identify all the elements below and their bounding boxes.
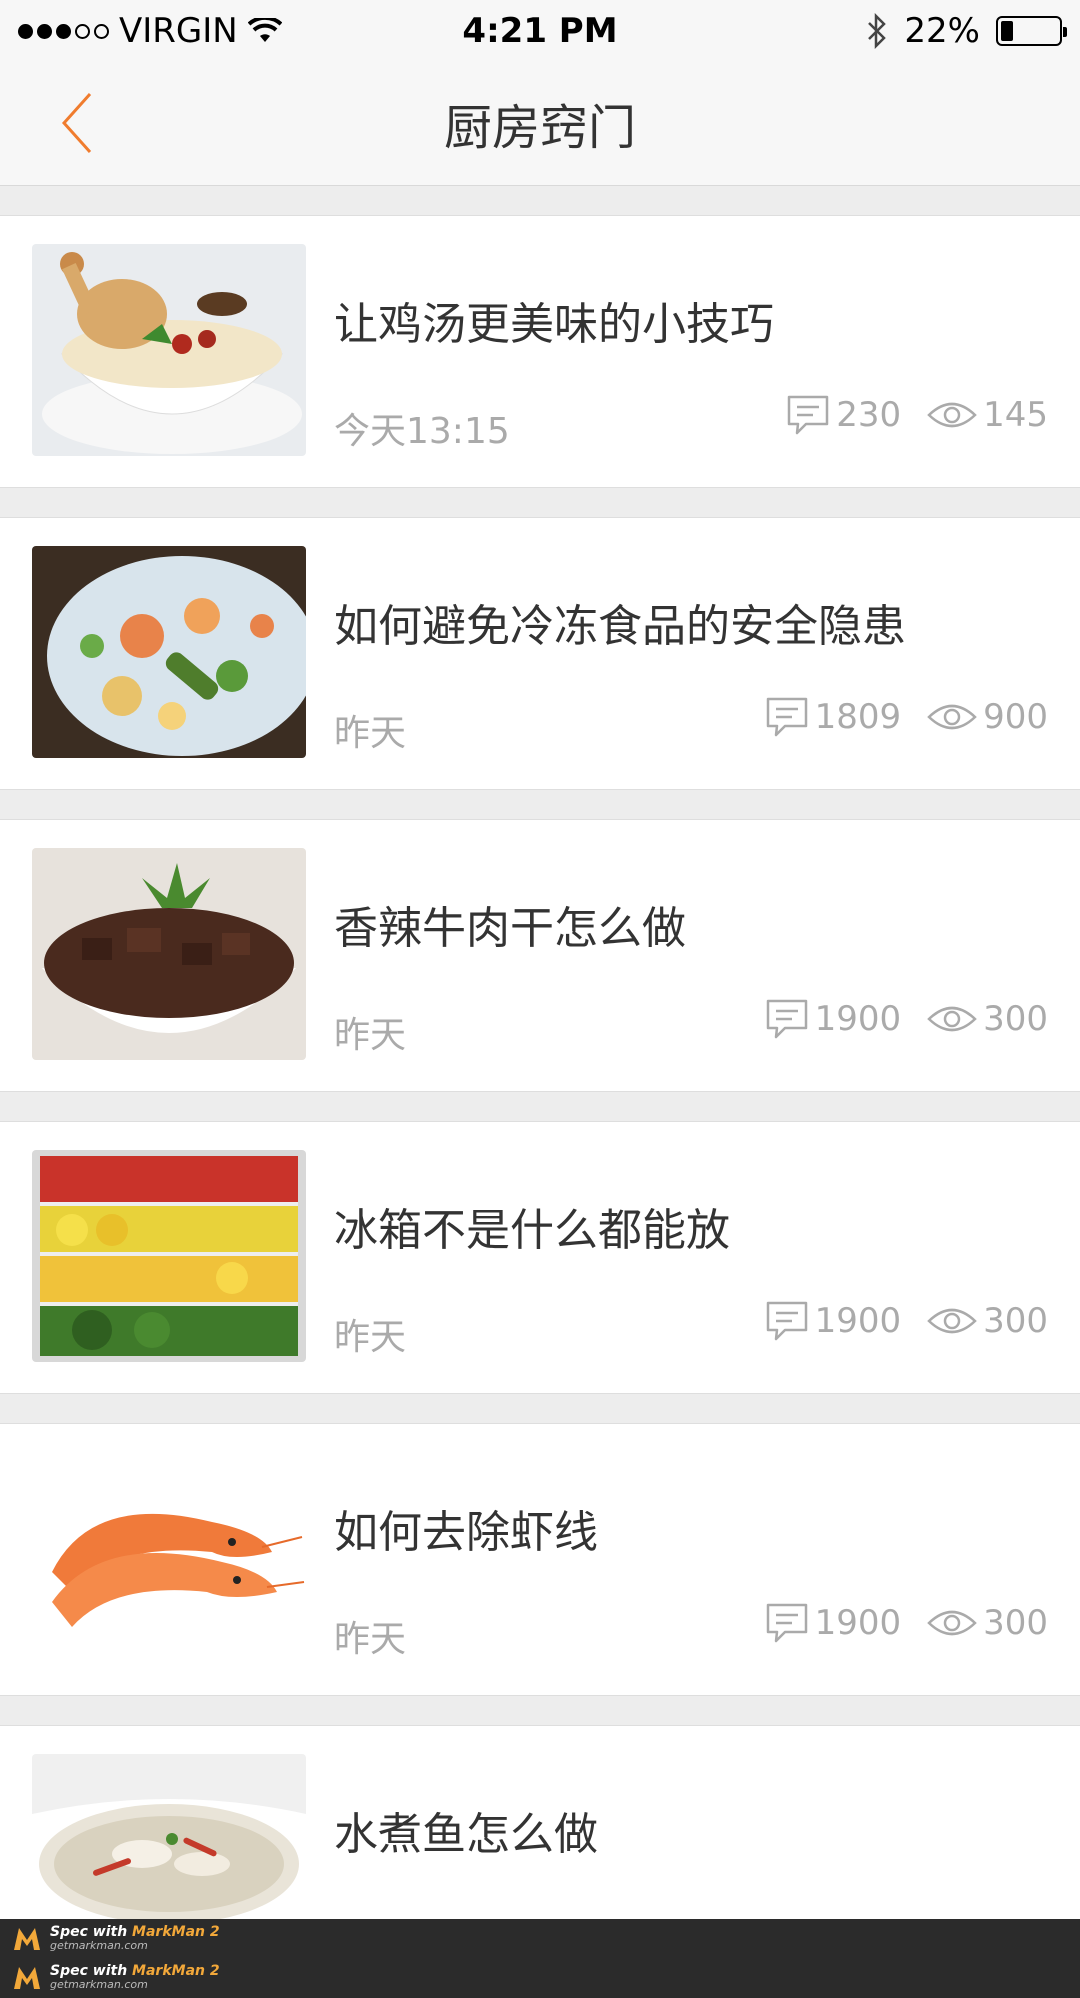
view-count: 145 [927, 395, 1048, 435]
view-count-value: 300 [983, 1603, 1048, 1643]
article-date: 昨天 [334, 1317, 407, 1358]
article-thumbnail [32, 244, 306, 456]
comment-count-value: 1809 [814, 697, 902, 737]
list-separator [0, 488, 1080, 518]
article-list-item[interactable]: 如何避免冷冻食品的安全隐患昨天 1809 900 [0, 518, 1080, 790]
article-thumbnail [32, 546, 306, 758]
comment-count: 1900 [765, 1602, 902, 1644]
banner-prefix: Spec with [50, 1923, 128, 1940]
article-stats: 1900 300 [765, 1300, 1048, 1342]
comment-icon [787, 395, 829, 435]
markman-line-2: Spec with MarkMan 2 getmarkman.com [0, 1958, 1080, 1997]
article-list-item[interactable]: 香辣牛肉干怎么做昨天 1900 300 [0, 820, 1080, 1092]
banner-url: getmarkman.com [50, 1938, 148, 1952]
comment-icon [766, 697, 807, 737]
article-date: 昨天 [334, 1015, 407, 1056]
article-title: 冰箱不是什么都能放 [334, 1205, 730, 1256]
article-thumbnail [32, 1150, 306, 1362]
comment-count-value: 1900 [814, 1603, 902, 1643]
article-title: 水煮鱼怎么做 [334, 1809, 598, 1860]
comment-count-value: 1900 [814, 1301, 902, 1341]
comment-icon [766, 1603, 807, 1643]
banner-brand: MarkMan 2 [132, 1923, 220, 1940]
comment-count-value: 1900 [814, 999, 902, 1039]
view-count: 300 [927, 1603, 1048, 1643]
markman-banner: Spec with MarkMan 2 getmarkman.com Spec … [0, 1919, 1080, 1998]
comment-icon [766, 1301, 807, 1341]
article-stats: 1900 300 [765, 998, 1048, 1040]
wifi-icon [247, 18, 282, 42]
comment-count: 230 [786, 394, 901, 436]
status-bar: VIRGIN 4:21 PM 22% [0, 0, 1080, 62]
list-separator [0, 790, 1080, 820]
article-stats: 230 145 [786, 394, 1048, 436]
article-stats: 1900 300 [765, 1602, 1048, 1644]
view-count-value: 300 [983, 1301, 1048, 1341]
view-count-value: 300 [983, 999, 1048, 1039]
comment-icon [766, 999, 807, 1039]
eye-icon [927, 1006, 977, 1032]
article-list-item[interactable]: 让鸡汤更美味的小技巧今天13:15 230 145 [0, 216, 1080, 488]
view-count-value: 900 [983, 697, 1048, 737]
markman-logo [14, 1966, 40, 1989]
battery-icon [996, 16, 1067, 46]
status-left: VIRGIN [18, 11, 282, 51]
article-title: 如何去除虾线 [334, 1507, 598, 1558]
eye-icon [927, 402, 977, 428]
view-count: 300 [927, 1301, 1048, 1341]
article-date: 今天13:15 [334, 411, 510, 452]
navigation-bar: 厨房窍门 [0, 62, 1080, 186]
signal-strength-icon [18, 23, 109, 39]
list-separator [0, 186, 1080, 216]
article-stats: 1809 900 [765, 696, 1048, 738]
eye-icon [927, 1610, 977, 1636]
battery-percent: 22% [904, 11, 980, 51]
view-count: 900 [927, 697, 1048, 737]
comment-count: 1900 [765, 998, 902, 1040]
banner-brand: MarkMan 2 [132, 1962, 220, 1979]
page-title: 厨房窍门 [443, 100, 636, 156]
article-list: 让鸡汤更美味的小技巧今天13:15 230 145 如何避免冷冻食品的安全隐患昨天 18… [0, 186, 1080, 1998]
banner-url: getmarkman.com [50, 1977, 148, 1991]
eye-icon [927, 704, 977, 730]
article-date: 昨天 [334, 1619, 407, 1660]
status-right: 22% [866, 11, 1067, 51]
comment-count: 1809 [765, 696, 902, 738]
view-count-value: 145 [983, 395, 1048, 435]
markman-logo [14, 1927, 40, 1950]
banner-prefix: Spec with [50, 1962, 128, 1979]
comment-count: 1900 [765, 1300, 902, 1342]
comment-count-value: 230 [836, 395, 902, 435]
view-count: 300 [927, 999, 1048, 1039]
article-title: 香辣牛肉干怎么做 [334, 903, 686, 954]
article-thumbnail [32, 848, 306, 1060]
article-title: 让鸡汤更美味的小技巧 [334, 299, 774, 350]
list-separator [0, 1092, 1080, 1122]
battery-level [1001, 21, 1014, 41]
bluetooth-icon [868, 13, 887, 49]
article-list-item[interactable]: 冰箱不是什么都能放昨天 1900 300 [0, 1122, 1080, 1394]
markman-line-1: Spec with MarkMan 2 getmarkman.com [0, 1919, 1080, 1958]
article-list-item[interactable]: 如何去除虾线昨天 1900 300 [0, 1424, 1080, 1696]
eye-icon [927, 1308, 977, 1334]
list-separator [0, 1696, 1080, 1726]
article-thumbnail [32, 1452, 306, 1664]
article-date: 昨天 [334, 713, 407, 754]
list-separator [0, 1394, 1080, 1424]
carrier-name: VIRGIN [119, 11, 238, 51]
article-title: 如何避免冷冻食品的安全隐患 [334, 601, 906, 652]
